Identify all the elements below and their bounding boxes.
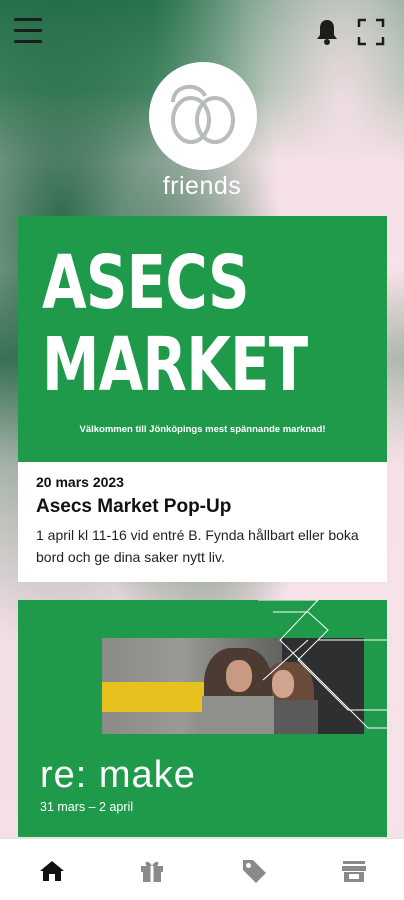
remake-date: 31 mars – 2 april [40, 800, 134, 814]
friends-logo: friends [0, 62, 404, 202]
hero-subtitle: Välkommen till Jönköpings mest spännande… [79, 424, 326, 435]
event-date: 20 mars 2023 [36, 474, 124, 490]
remake-title: re: make [40, 754, 196, 796]
fullscreen-icon[interactable] [356, 17, 386, 47]
event-card-remake[interactable]: re: make 31 mars – 2 april [18, 600, 387, 837]
home-icon[interactable] [38, 857, 66, 885]
bottom-navigation [0, 838, 404, 900]
event-card-asecs-market[interactable]: ASECS MARKET Välkommen till Jönköpings m… [18, 216, 387, 582]
tag-icon[interactable] [240, 857, 268, 885]
event-hero-banner: ASECS MARKET Välkommen till Jönköpings m… [18, 216, 387, 462]
event-title: Asecs Market Pop-Up [36, 496, 232, 517]
store-icon[interactable] [340, 857, 368, 885]
event-description: 1 april kl 11-16 vid entré B. Fynda håll… [36, 527, 359, 565]
hero-title: ASECS MARKET [42, 240, 308, 408]
hamburger-menu-icon[interactable] [14, 18, 42, 44]
gift-icon[interactable] [138, 857, 166, 885]
logo-circle [149, 62, 257, 170]
top-bar [0, 0, 404, 62]
logo-label: friends [162, 172, 242, 200]
bell-icon[interactable] [315, 18, 339, 46]
